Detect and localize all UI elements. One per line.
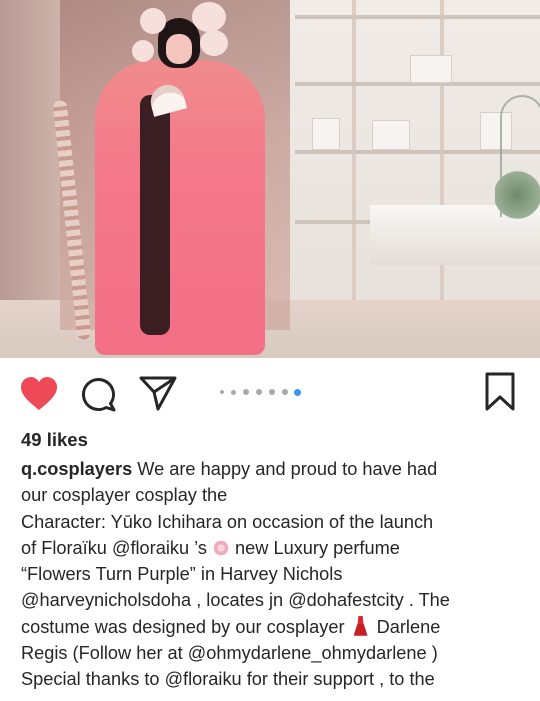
dress-emoji-icon xyxy=(353,615,368,636)
cherry-blossom-emoji-icon xyxy=(212,539,230,556)
carousel-dot xyxy=(220,390,224,394)
caption-line: of Floraïku @floraiku ’s new Luxury perf… xyxy=(21,535,526,561)
hair-blossom xyxy=(200,30,228,56)
carousel-dot xyxy=(282,389,288,395)
carousel-dot-active xyxy=(294,388,301,396)
caption-text: ) xyxy=(426,643,438,664)
caption-text: new Luxury perfume xyxy=(230,537,400,558)
mention-link[interactable]: @harveynicholsdoha xyxy=(21,590,191,610)
cosplayer-face xyxy=(166,34,192,64)
caption-username[interactable]: q.cosplayers xyxy=(21,459,132,479)
caption-line: “Flowers Turn Purple” in Harvey Nichols xyxy=(21,564,343,585)
caption-line: @harveynicholsdoha , locates jn @dohafes… xyxy=(21,587,526,613)
caption-text: . The xyxy=(403,590,450,611)
mention-link[interactable]: @dohafestcity xyxy=(288,590,404,610)
caption-text: We are happy and proud to have had xyxy=(132,459,438,479)
caption-line: Character: Yūko Ichihara on occasion of … xyxy=(21,511,434,532)
kimono-inner xyxy=(140,95,170,335)
shelf-product xyxy=(410,55,452,83)
caption-line: Regis (Follow her at @ohmydarlene_ohmyda… xyxy=(21,640,526,666)
caption-line: Special thanks to @floraiku for their su… xyxy=(21,666,526,692)
caption-text: , locates jn xyxy=(191,590,289,611)
likes-count[interactable]: 49 likes xyxy=(21,429,88,451)
post-photo[interactable] xyxy=(0,0,540,358)
caption-line: q.cosplayers We are happy and proud to h… xyxy=(21,456,526,482)
caption-text: ’s xyxy=(189,537,212,558)
carousel-indicator xyxy=(220,388,310,396)
caption-text: for their support , to the xyxy=(241,669,435,690)
caption-text: Darlene xyxy=(371,616,441,637)
caption-text: Special thanks to xyxy=(21,669,165,690)
carousel-dot xyxy=(243,389,249,395)
caption-text: costume was designed by our cosplayer xyxy=(21,616,350,637)
caption-text: of Floraïku xyxy=(21,537,112,558)
comment-icon[interactable] xyxy=(80,376,118,412)
caption-text: Regis (Follow her at xyxy=(21,643,188,664)
carousel-dot xyxy=(269,389,275,395)
caption-line: costume was designed by our cosplayer Da… xyxy=(21,614,526,640)
carousel-dot xyxy=(256,389,262,395)
post-caption: q.cosplayers We are happy and proud to h… xyxy=(21,456,526,693)
share-icon[interactable] xyxy=(138,374,178,412)
carousel-dot xyxy=(231,389,236,395)
shelf-product xyxy=(372,120,410,150)
shelf xyxy=(295,15,540,19)
hair-blossom xyxy=(132,40,154,62)
bookmark-icon[interactable] xyxy=(484,372,516,412)
mention-link[interactable]: @floraiku xyxy=(112,538,189,558)
heart-filled-icon[interactable] xyxy=(20,376,58,412)
hair-blossom xyxy=(140,8,166,34)
plant-decor xyxy=(495,170,540,220)
hair-blossom xyxy=(192,2,226,32)
mention-link[interactable]: @ohmydarlene_ohmydarlene xyxy=(188,643,427,663)
caption-line: our cosplayer cosplay the xyxy=(21,485,228,506)
mention-link[interactable]: @floraiku xyxy=(165,669,242,689)
shelf-product xyxy=(312,118,340,150)
